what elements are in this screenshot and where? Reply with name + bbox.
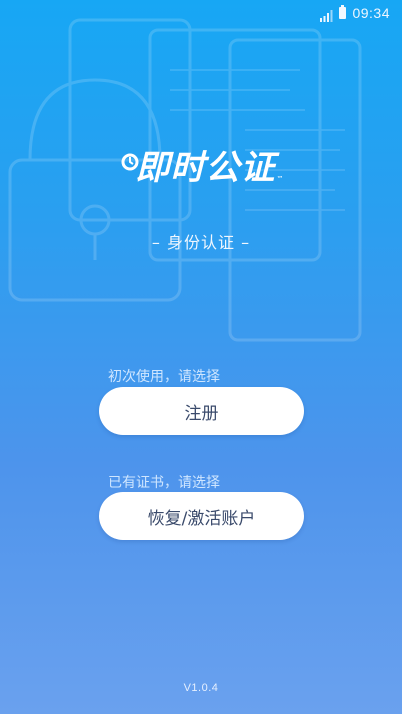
register-button[interactable]: 注册 bbox=[99, 387, 304, 435]
battery-icon bbox=[339, 5, 347, 19]
register-hint: 初次使用，请选择 bbox=[108, 369, 220, 385]
logo-mark-icon bbox=[118, 148, 140, 178]
recover-hint: 已有证书，请选择 bbox=[108, 475, 220, 491]
signal-icon bbox=[319, 7, 333, 22]
logo-wordmark: 即时公证 ™ bbox=[118, 140, 285, 189]
logo-trademark: ™ bbox=[276, 175, 285, 183]
recover-account-button-label: 恢复/激活账户 bbox=[147, 508, 256, 529]
logo-text: 即时公证 bbox=[135, 148, 276, 188]
page-subtitle: – 身份认证 – bbox=[151, 233, 251, 252]
app-screen: 09:34 即时公证 ™ – 身份认证 – 初次使用，请选择 注册 已有证书，请… bbox=[0, 0, 402, 714]
register-button-label: 注册 bbox=[184, 403, 219, 424]
app-version: V1.0.4 bbox=[183, 682, 219, 694]
status-time: 09:34 bbox=[352, 5, 390, 21]
status-bar: 09:34 bbox=[0, 0, 402, 26]
app-logo: 即时公证 ™ bbox=[0, 140, 402, 189]
recover-account-button[interactable]: 恢复/激活账户 bbox=[99, 492, 304, 540]
